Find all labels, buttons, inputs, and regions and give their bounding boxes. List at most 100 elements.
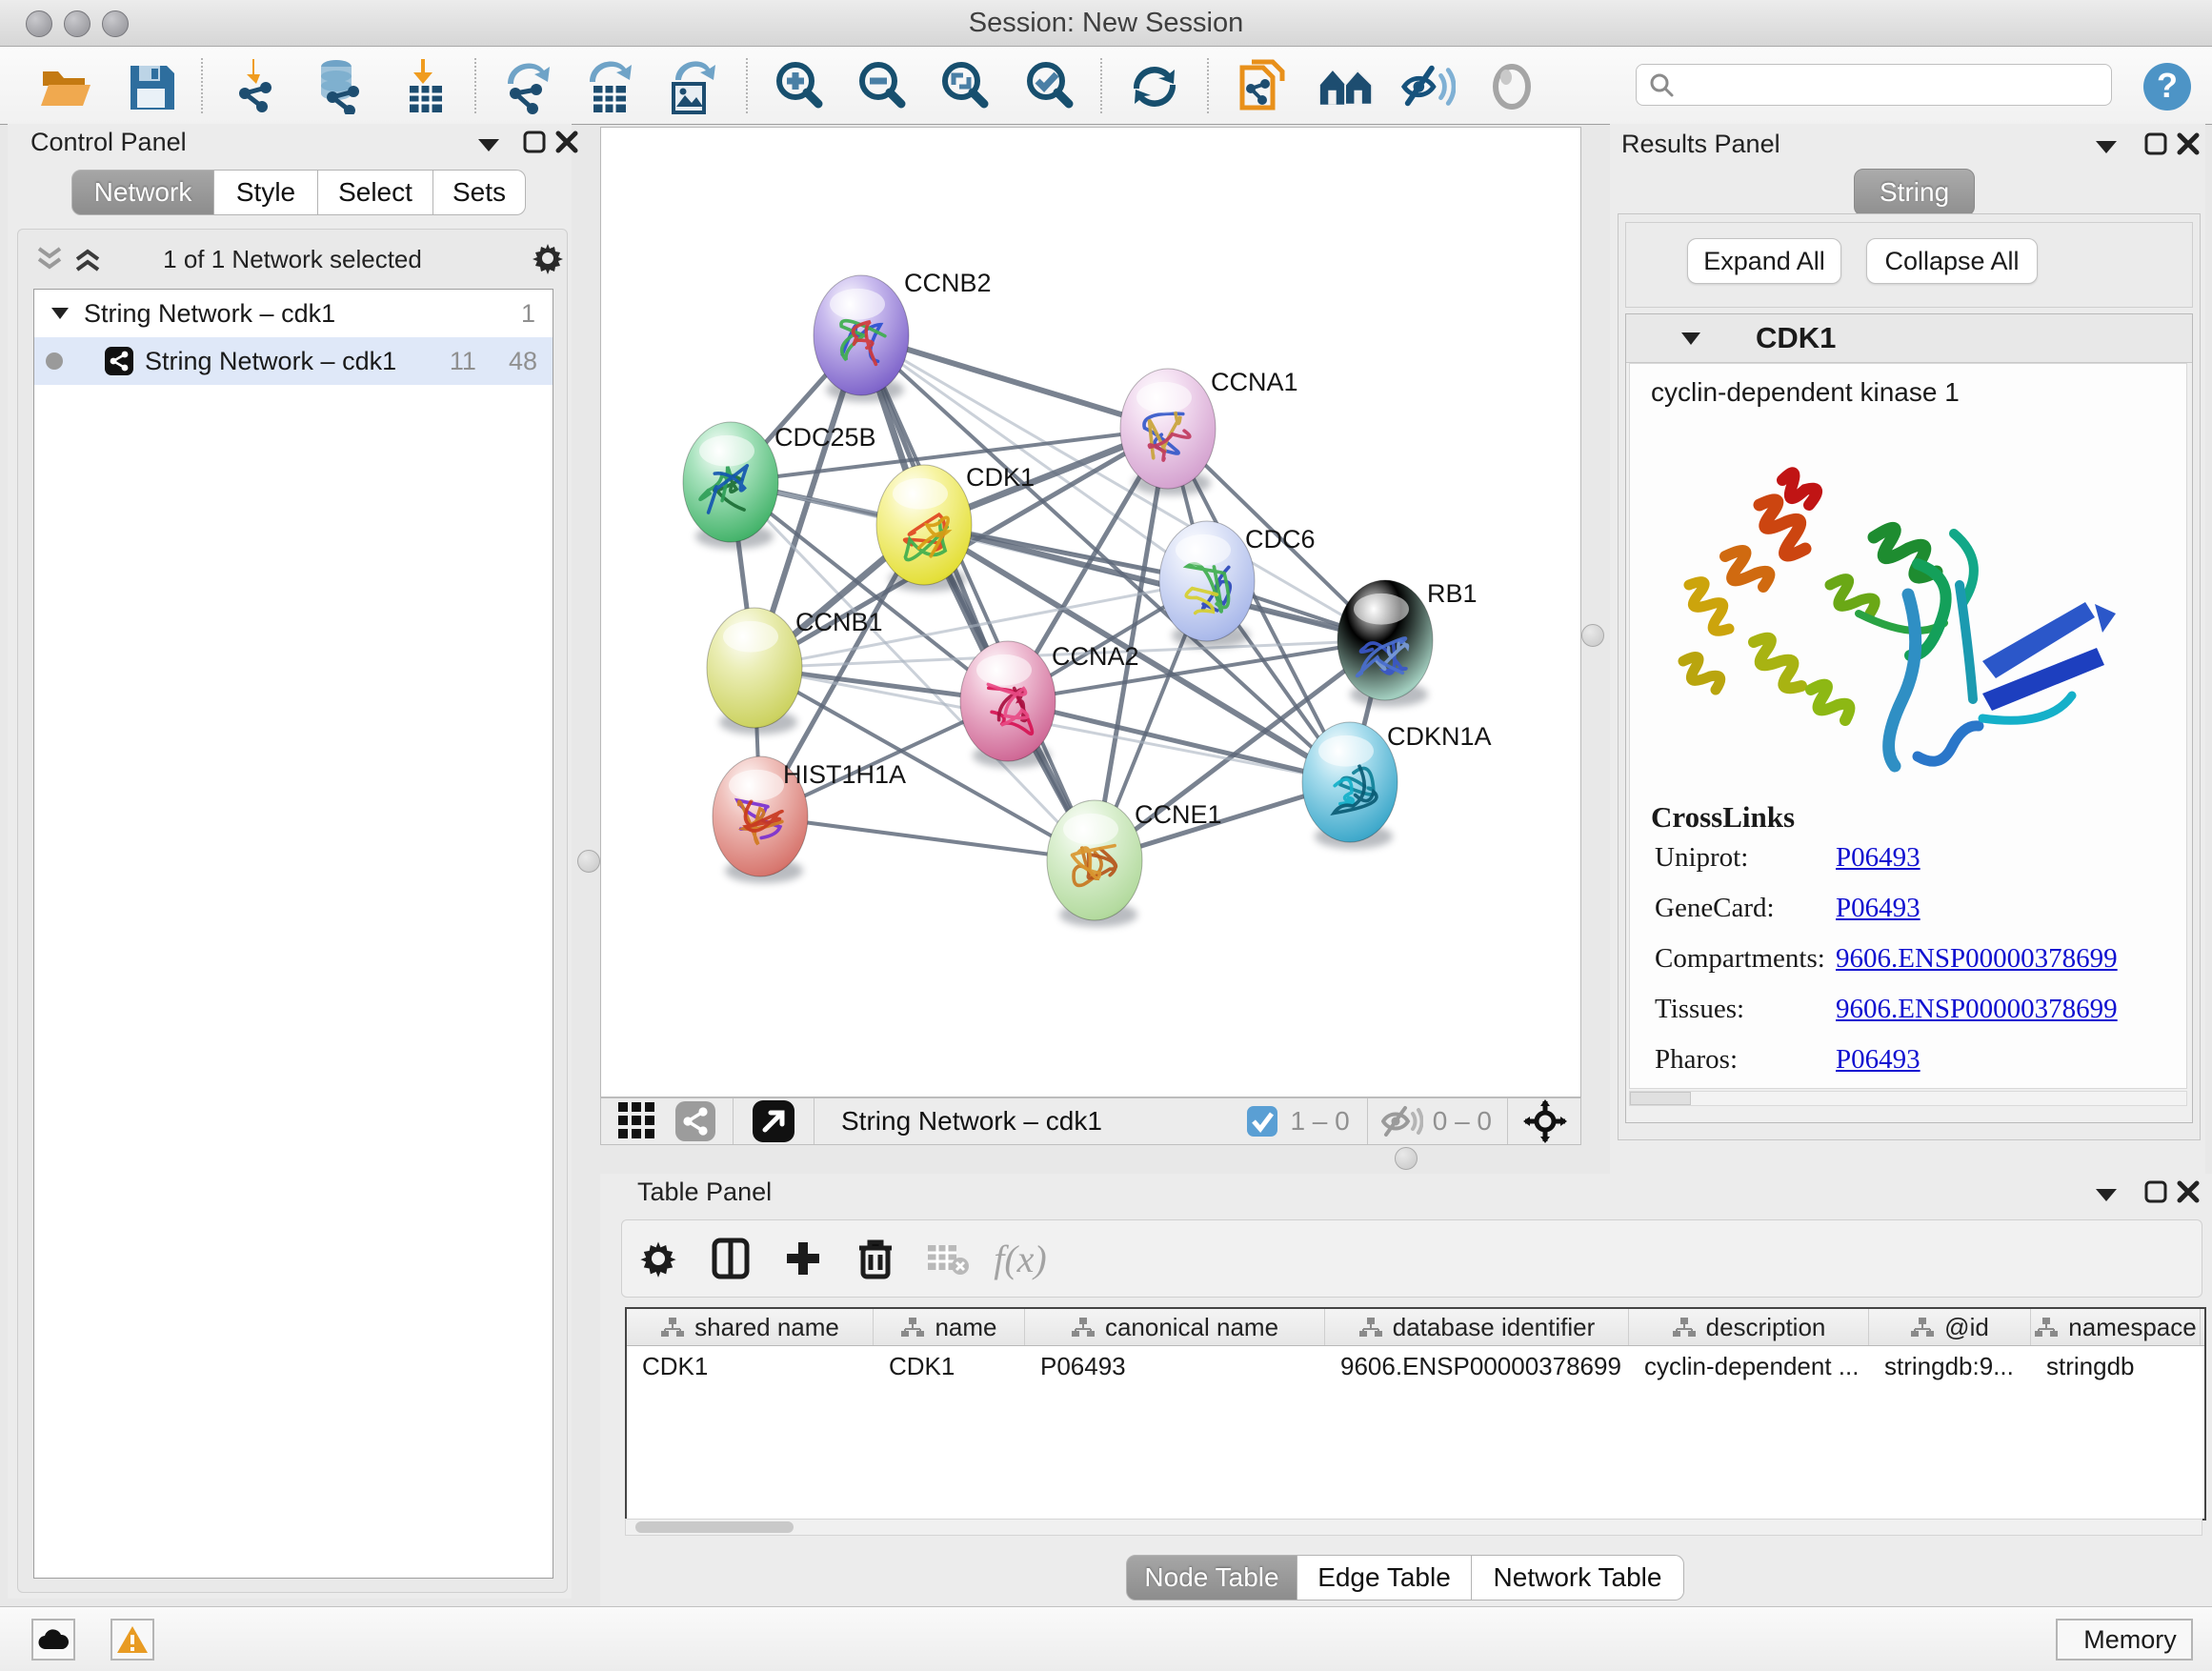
tab-style[interactable]: Style <box>214 170 318 215</box>
node-CDC6[interactable] <box>1159 521 1255 648</box>
grid-mode-icon[interactable] <box>616 1100 658 1142</box>
panel-float-icon[interactable] <box>2143 131 2168 156</box>
table-row[interactable]: CDK1CDK1P064939606.ENSP00000378699cyclin… <box>627 1346 2204 1386</box>
panel-close-icon[interactable] <box>2176 1179 2201 1204</box>
zoom-out-button[interactable] <box>855 60 910 113</box>
import-table-file-button[interactable] <box>398 60 453 113</box>
panel-close-icon[interactable] <box>2176 131 2201 156</box>
zoom-selected-button[interactable] <box>1022 60 1077 113</box>
help-button[interactable]: ? <box>2140 60 2195 113</box>
export-table-button[interactable] <box>581 60 636 113</box>
add-column-button[interactable] <box>767 1238 839 1278</box>
node-CCNA1[interactable] <box>1120 369 1216 495</box>
crosslink-link[interactable]: P06493 <box>1836 842 1920 874</box>
column-header-namespace[interactable]: namespace <box>2031 1309 2201 1345</box>
toolbar-separator <box>1100 58 1102 113</box>
node-CDC25B[interactable] <box>683 422 778 549</box>
bottom-splitter-handle[interactable] <box>1395 1147 1418 1170</box>
selected-checkbox-icon[interactable] <box>1246 1105 1278 1137</box>
tab-node-table[interactable]: Node Table <box>1126 1555 1297 1601</box>
table-settings-button[interactable] <box>622 1238 694 1278</box>
panel-collapse-icon[interactable] <box>476 137 501 152</box>
edge-CCNA2-CDKN1A[interactable] <box>1008 701 1350 782</box>
birdseye-toggle-icon[interactable] <box>1523 1099 1567 1143</box>
refresh-button[interactable] <box>1127 60 1182 113</box>
node-CCNA2[interactable] <box>960 641 1056 768</box>
column-header-shared-name[interactable]: shared name <box>627 1309 874 1345</box>
delete-column-button[interactable] <box>839 1237 912 1280</box>
expander-icon[interactable] <box>1679 331 1702 346</box>
import-network-database-button[interactable] <box>311 60 366 113</box>
import-network-file-button[interactable] <box>227 60 282 113</box>
open-in-new-window-icon[interactable] <box>753 1100 794 1142</box>
zoom-in-button[interactable] <box>772 60 827 113</box>
tab-network-table[interactable]: Network Table <box>1472 1555 1684 1601</box>
network-view[interactable]: CCNB2CCNA1CDC25BCDK1CDC6RB1CCNB1CCNA2CDK… <box>600 127 1581 1097</box>
node-table[interactable]: shared namenamecanonical namedatabase id… <box>625 1307 2206 1520</box>
export-network-button[interactable] <box>499 60 554 113</box>
collapse-all-button[interactable]: Collapse All <box>1866 238 2038 284</box>
table-cell[interactable]: P06493 <box>1025 1346 1325 1386</box>
string-view-icon[interactable] <box>675 1101 715 1141</box>
network-row[interactable]: String Network – cdk1 11 48 <box>34 337 553 385</box>
column-header-description[interactable]: description <box>1629 1309 1869 1345</box>
node-CCNB1[interactable] <box>707 608 802 735</box>
edge-CCNE1-HIST1H1A[interactable] <box>760 816 1095 860</box>
zoom-fit-button[interactable] <box>937 60 993 113</box>
tab-network[interactable]: Network <box>71 170 214 215</box>
panel-close-icon[interactable] <box>554 130 579 154</box>
grayed-eye-button[interactable] <box>1484 60 1539 113</box>
panel-float-icon[interactable] <box>522 130 547 154</box>
network-collection-row[interactable]: String Network – cdk1 1 <box>34 290 553 337</box>
left-splitter-handle[interactable] <box>577 850 600 873</box>
network-graph[interactable]: CCNB2CCNA1CDC25BCDK1CDC6RB1CCNB1CCNA2CDK… <box>601 128 1580 1097</box>
tab-edge-table[interactable]: Edge Table <box>1297 1555 1472 1601</box>
column-header-database-identifier[interactable]: database identifier <box>1325 1309 1629 1345</box>
table-cell[interactable]: 9606.ENSP00000378699 <box>1325 1346 1629 1386</box>
node-label-HIST1H1A: HIST1H1A <box>783 760 906 789</box>
panel-float-icon[interactable] <box>2143 1179 2168 1204</box>
tab-string[interactable]: String <box>1854 169 1975 216</box>
search-input[interactable] <box>1675 70 2088 101</box>
memory-button[interactable]: Memory <box>2056 1619 2193 1661</box>
node-CDK1[interactable] <box>876 465 972 592</box>
network-analyzer-button[interactable] <box>1318 60 1374 113</box>
cloud-button[interactable] <box>31 1619 75 1661</box>
crosslink-link[interactable]: P06493 <box>1836 1044 1920 1076</box>
crosslink-link[interactable]: P06493 <box>1836 893 1920 924</box>
crosslink-link[interactable]: 9606.ENSP00000378699 <box>1836 994 2118 1025</box>
tab-select[interactable]: Select <box>318 170 433 215</box>
export-image-button[interactable] <box>663 60 718 113</box>
results-panel: Results Panel String Expand All Collapse… <box>1610 124 2205 1174</box>
warnings-button[interactable] <box>111 1619 154 1661</box>
column-header-@id[interactable]: @id <box>1869 1309 2031 1345</box>
gene-entry-header[interactable]: CDK1 <box>1626 314 2192 363</box>
column-header-name[interactable]: name <box>874 1309 1025 1345</box>
right-splitter-handle[interactable] <box>1581 624 1604 647</box>
table-cell[interactable]: stringdb <box>2031 1346 2201 1386</box>
expand-all-button[interactable]: Expand All <box>1687 238 1841 284</box>
show-columns-button[interactable] <box>694 1238 767 1279</box>
share-document-button[interactable] <box>1235 60 1290 113</box>
table-cell[interactable]: stringdb:9... <box>1869 1346 2031 1386</box>
open-session-button[interactable] <box>38 60 93 113</box>
table-hscrollbar[interactable] <box>625 1519 2202 1536</box>
gear-icon[interactable] <box>531 241 565 275</box>
hide-graphics-details-button[interactable] <box>1400 60 1456 113</box>
tab-sets[interactable]: Sets <box>433 170 526 215</box>
node-CCNB2[interactable] <box>814 275 909 402</box>
panel-collapse-icon[interactable] <box>2094 1187 2119 1202</box>
save-session-button[interactable] <box>124 60 179 113</box>
table-cell[interactable]: cyclin-dependent ... <box>1629 1346 1869 1386</box>
search-field[interactable] <box>1636 64 2112 106</box>
panel-collapse-icon[interactable] <box>2094 139 2119 154</box>
crosslink-link[interactable]: 9606.ENSP00000378699 <box>1836 943 2118 975</box>
expander-icon[interactable] <box>50 306 70 321</box>
node-RB1[interactable] <box>1337 580 1433 707</box>
table-cell[interactable]: CDK1 <box>874 1346 1025 1386</box>
node-CCNE1[interactable] <box>1047 800 1142 927</box>
table-cell[interactable]: CDK1 <box>627 1346 874 1386</box>
results-scrollbar[interactable] <box>1629 1091 2187 1106</box>
column-header-canonical-name[interactable]: canonical name <box>1025 1309 1325 1345</box>
node-CDKN1A[interactable] <box>1302 722 1398 849</box>
